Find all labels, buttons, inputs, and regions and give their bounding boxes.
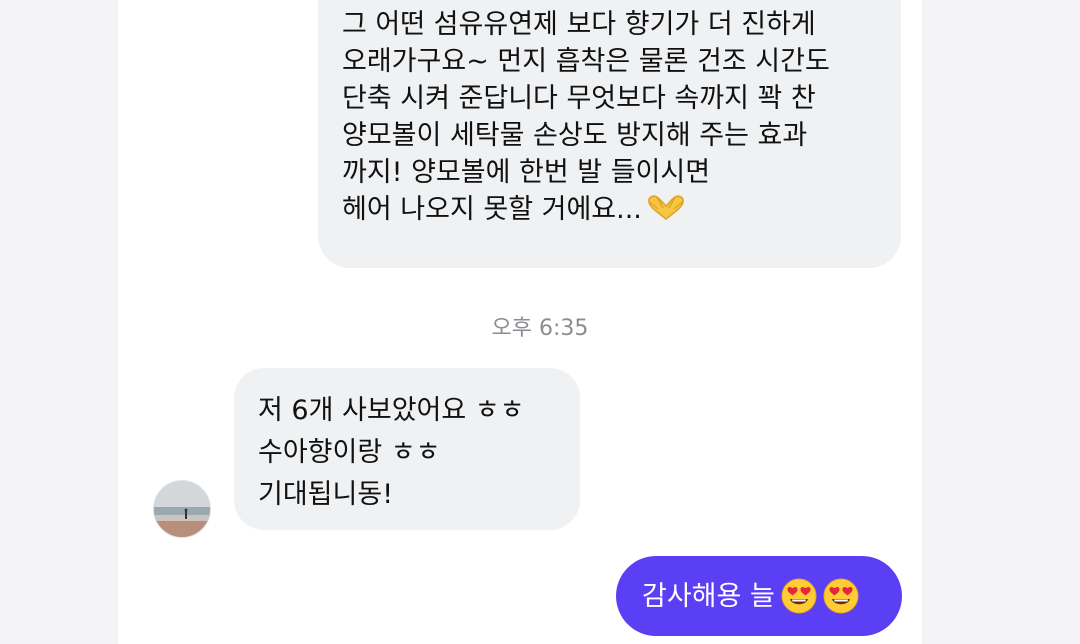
heart-eyes-emoji-icon [781, 578, 817, 614]
message-line: 저 6개 사보았어요 ㅎㅎ [258, 395, 525, 426]
message-line: 헤어 나오지 못할 거에요... [342, 191, 877, 228]
message-line-text: 헤어 나오지 못할 거에요... [342, 194, 642, 225]
incoming-message-bubble[interactable]: 저 6개 사보았어요 ㅎㅎ 수아향이랑 ㅎㅎ 기대됩니동! [234, 368, 580, 530]
message-line: 그 어떤 섬유유연제 보다 향기가 더 진하게 [342, 9, 816, 40]
incoming-message-bubble[interactable]: 그 어떤 섬유유연제 보다 향기가 더 진하게 오래가구요~ 먼지 흡착은 물론… [318, 0, 901, 268]
message-line: 기대됩니동! [258, 479, 394, 510]
heart-hands-icon [648, 195, 684, 220]
message-line: 단축 시켜 준답니다 무엇보다 속까지 꽉 찬 [342, 83, 816, 114]
heart-eyes-emoji-icon [823, 578, 859, 614]
message-line: 오래가구요~ 먼지 흡착은 물론 건조 시간도 [342, 46, 830, 77]
message-timestamp: 오후 6:35 [491, 316, 589, 341]
message-line: 까지! 양모볼에 한번 발 들이시면 [342, 157, 711, 188]
beach-photo-icon [154, 481, 210, 537]
outgoing-message-bubble[interactable]: 감사해용 늘 [616, 556, 902, 636]
message-text: 감사해용 늘 [642, 580, 775, 612]
message-line: 양모볼이 세탁물 손상도 방지해 주는 효과 [342, 120, 808, 151]
sender-avatar[interactable] [153, 480, 211, 538]
message-line: 수아향이랑 ㅎㅎ [258, 437, 441, 468]
